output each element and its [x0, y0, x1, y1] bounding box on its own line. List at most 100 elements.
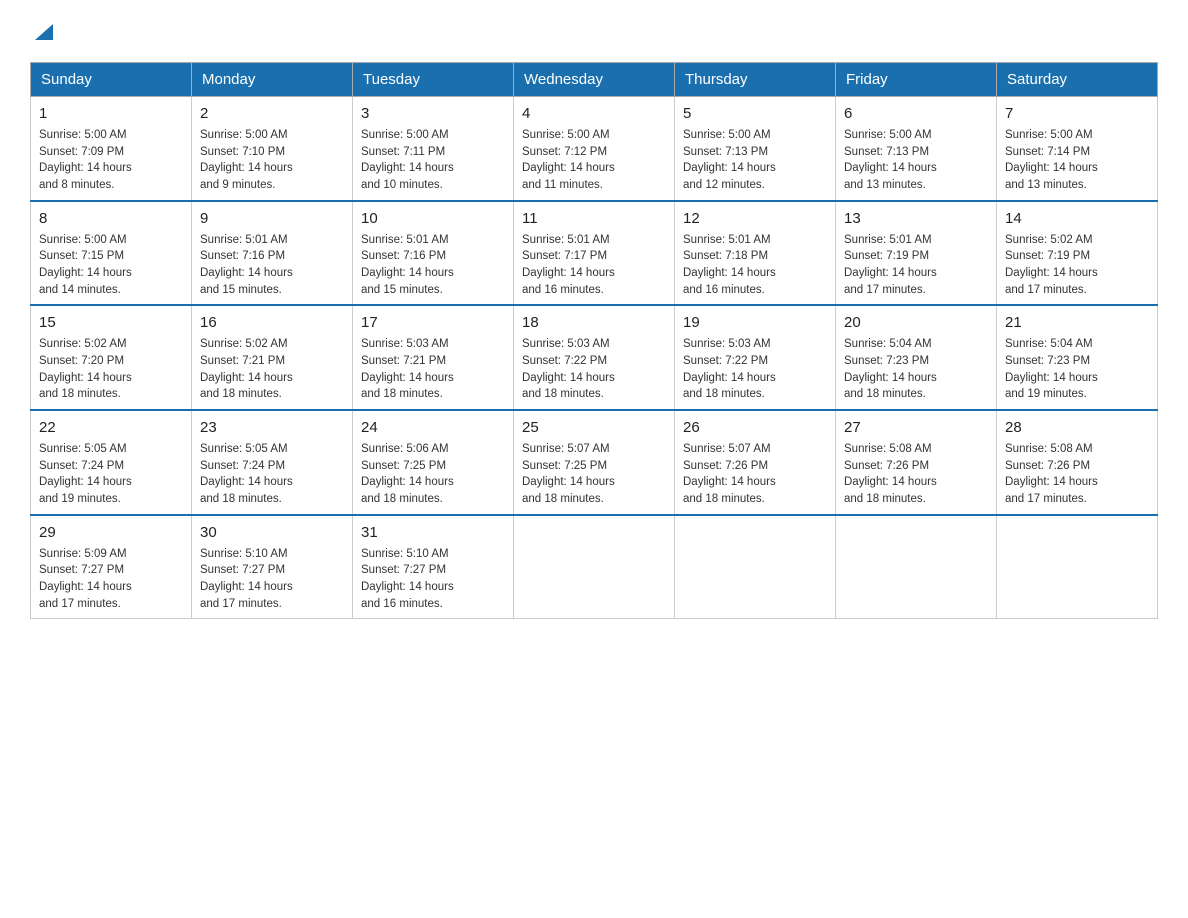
day-number: 10 — [361, 208, 505, 229]
day-info: Sunrise: 5:04 AMSunset: 7:23 PMDaylight:… — [844, 336, 988, 403]
day-info: Sunrise: 5:02 AMSunset: 7:20 PMDaylight:… — [39, 336, 183, 403]
day-info: Sunrise: 5:10 AMSunset: 7:27 PMDaylight:… — [200, 546, 344, 613]
day-info: Sunrise: 5:02 AMSunset: 7:21 PMDaylight:… — [200, 336, 344, 403]
day-info: Sunrise: 5:00 AMSunset: 7:13 PMDaylight:… — [683, 127, 827, 194]
day-info: Sunrise: 5:01 AMSunset: 7:19 PMDaylight:… — [844, 232, 988, 299]
calendar-week-row: 29 Sunrise: 5:09 AMSunset: 7:27 PMDaylig… — [31, 515, 1158, 619]
day-number: 6 — [844, 103, 988, 124]
day-number: 28 — [1005, 417, 1149, 438]
day-info: Sunrise: 5:00 AMSunset: 7:09 PMDaylight:… — [39, 127, 183, 194]
weekday-header-monday: Monday — [192, 63, 353, 97]
calendar-cell: 21 Sunrise: 5:04 AMSunset: 7:23 PMDaylig… — [997, 305, 1158, 410]
day-info: Sunrise: 5:00 AMSunset: 7:13 PMDaylight:… — [844, 127, 988, 194]
day-info: Sunrise: 5:00 AMSunset: 7:11 PMDaylight:… — [361, 127, 505, 194]
day-number: 16 — [200, 312, 344, 333]
calendar-cell: 12 Sunrise: 5:01 AMSunset: 7:18 PMDaylig… — [675, 201, 836, 306]
day-info: Sunrise: 5:07 AMSunset: 7:26 PMDaylight:… — [683, 441, 827, 508]
day-info: Sunrise: 5:00 AMSunset: 7:14 PMDaylight:… — [1005, 127, 1149, 194]
calendar-cell — [675, 515, 836, 619]
weekday-header-tuesday: Tuesday — [353, 63, 514, 97]
calendar-cell: 28 Sunrise: 5:08 AMSunset: 7:26 PMDaylig… — [997, 410, 1158, 515]
day-number: 22 — [39, 417, 183, 438]
day-number: 30 — [200, 522, 344, 543]
day-number: 9 — [200, 208, 344, 229]
day-number: 4 — [522, 103, 666, 124]
calendar-cell: 22 Sunrise: 5:05 AMSunset: 7:24 PMDaylig… — [31, 410, 192, 515]
calendar-cell: 16 Sunrise: 5:02 AMSunset: 7:21 PMDaylig… — [192, 305, 353, 410]
calendar-cell: 10 Sunrise: 5:01 AMSunset: 7:16 PMDaylig… — [353, 201, 514, 306]
calendar-cell: 15 Sunrise: 5:02 AMSunset: 7:20 PMDaylig… — [31, 305, 192, 410]
day-number: 3 — [361, 103, 505, 124]
calendar-cell — [997, 515, 1158, 619]
calendar-cell: 18 Sunrise: 5:03 AMSunset: 7:22 PMDaylig… — [514, 305, 675, 410]
calendar-week-row: 22 Sunrise: 5:05 AMSunset: 7:24 PMDaylig… — [31, 410, 1158, 515]
calendar-cell: 17 Sunrise: 5:03 AMSunset: 7:21 PMDaylig… — [353, 305, 514, 410]
calendar-cell: 2 Sunrise: 5:00 AMSunset: 7:10 PMDayligh… — [192, 97, 353, 201]
day-number: 2 — [200, 103, 344, 124]
logo — [30, 20, 55, 42]
calendar-cell: 8 Sunrise: 5:00 AMSunset: 7:15 PMDayligh… — [31, 201, 192, 306]
day-info: Sunrise: 5:00 AMSunset: 7:10 PMDaylight:… — [200, 127, 344, 194]
day-number: 1 — [39, 103, 183, 124]
day-info: Sunrise: 5:01 AMSunset: 7:16 PMDaylight:… — [200, 232, 344, 299]
day-number: 5 — [683, 103, 827, 124]
day-number: 11 — [522, 208, 666, 229]
day-number: 15 — [39, 312, 183, 333]
day-number: 12 — [683, 208, 827, 229]
calendar-cell: 14 Sunrise: 5:02 AMSunset: 7:19 PMDaylig… — [997, 201, 1158, 306]
weekday-header-friday: Friday — [836, 63, 997, 97]
calendar-cell — [836, 515, 997, 619]
logo-triangle-icon — [33, 20, 55, 42]
calendar-cell: 5 Sunrise: 5:00 AMSunset: 7:13 PMDayligh… — [675, 97, 836, 201]
day-number: 14 — [1005, 208, 1149, 229]
day-number: 18 — [522, 312, 666, 333]
day-number: 31 — [361, 522, 505, 543]
day-number: 19 — [683, 312, 827, 333]
weekday-header-wednesday: Wednesday — [514, 63, 675, 97]
day-number: 29 — [39, 522, 183, 543]
day-number: 13 — [844, 208, 988, 229]
day-info: Sunrise: 5:03 AMSunset: 7:22 PMDaylight:… — [683, 336, 827, 403]
calendar-cell: 3 Sunrise: 5:00 AMSunset: 7:11 PMDayligh… — [353, 97, 514, 201]
day-number: 23 — [200, 417, 344, 438]
calendar-cell: 11 Sunrise: 5:01 AMSunset: 7:17 PMDaylig… — [514, 201, 675, 306]
calendar-cell: 7 Sunrise: 5:00 AMSunset: 7:14 PMDayligh… — [997, 97, 1158, 201]
day-number: 26 — [683, 417, 827, 438]
calendar-cell: 31 Sunrise: 5:10 AMSunset: 7:27 PMDaylig… — [353, 515, 514, 619]
calendar-cell: 29 Sunrise: 5:09 AMSunset: 7:27 PMDaylig… — [31, 515, 192, 619]
weekday-header-row: SundayMondayTuesdayWednesdayThursdayFrid… — [31, 63, 1158, 97]
calendar-cell: 9 Sunrise: 5:01 AMSunset: 7:16 PMDayligh… — [192, 201, 353, 306]
day-number: 8 — [39, 208, 183, 229]
calendar-week-row: 8 Sunrise: 5:00 AMSunset: 7:15 PMDayligh… — [31, 201, 1158, 306]
day-info: Sunrise: 5:08 AMSunset: 7:26 PMDaylight:… — [1005, 441, 1149, 508]
calendar-cell: 26 Sunrise: 5:07 AMSunset: 7:26 PMDaylig… — [675, 410, 836, 515]
calendar-table: SundayMondayTuesdayWednesdayThursdayFrid… — [30, 62, 1158, 619]
day-number: 24 — [361, 417, 505, 438]
calendar-cell: 1 Sunrise: 5:00 AMSunset: 7:09 PMDayligh… — [31, 97, 192, 201]
day-info: Sunrise: 5:04 AMSunset: 7:23 PMDaylight:… — [1005, 336, 1149, 403]
day-info: Sunrise: 5:01 AMSunset: 7:17 PMDaylight:… — [522, 232, 666, 299]
day-info: Sunrise: 5:06 AMSunset: 7:25 PMDaylight:… — [361, 441, 505, 508]
weekday-header-sunday: Sunday — [31, 63, 192, 97]
day-info: Sunrise: 5:09 AMSunset: 7:27 PMDaylight:… — [39, 546, 183, 613]
day-number: 20 — [844, 312, 988, 333]
day-info: Sunrise: 5:01 AMSunset: 7:16 PMDaylight:… — [361, 232, 505, 299]
day-info: Sunrise: 5:05 AMSunset: 7:24 PMDaylight:… — [39, 441, 183, 508]
day-info: Sunrise: 5:08 AMSunset: 7:26 PMDaylight:… — [844, 441, 988, 508]
weekday-header-saturday: Saturday — [997, 63, 1158, 97]
day-info: Sunrise: 5:03 AMSunset: 7:21 PMDaylight:… — [361, 336, 505, 403]
day-number: 7 — [1005, 103, 1149, 124]
calendar-cell: 19 Sunrise: 5:03 AMSunset: 7:22 PMDaylig… — [675, 305, 836, 410]
day-info: Sunrise: 5:00 AMSunset: 7:15 PMDaylight:… — [39, 232, 183, 299]
calendar-cell: 13 Sunrise: 5:01 AMSunset: 7:19 PMDaylig… — [836, 201, 997, 306]
day-info: Sunrise: 5:02 AMSunset: 7:19 PMDaylight:… — [1005, 232, 1149, 299]
day-info: Sunrise: 5:03 AMSunset: 7:22 PMDaylight:… — [522, 336, 666, 403]
day-info: Sunrise: 5:07 AMSunset: 7:25 PMDaylight:… — [522, 441, 666, 508]
day-info: Sunrise: 5:10 AMSunset: 7:27 PMDaylight:… — [361, 546, 505, 613]
calendar-cell: 30 Sunrise: 5:10 AMSunset: 7:27 PMDaylig… — [192, 515, 353, 619]
calendar-cell: 25 Sunrise: 5:07 AMSunset: 7:25 PMDaylig… — [514, 410, 675, 515]
calendar-week-row: 15 Sunrise: 5:02 AMSunset: 7:20 PMDaylig… — [31, 305, 1158, 410]
calendar-week-row: 1 Sunrise: 5:00 AMSunset: 7:09 PMDayligh… — [31, 97, 1158, 201]
day-number: 21 — [1005, 312, 1149, 333]
day-info: Sunrise: 5:00 AMSunset: 7:12 PMDaylight:… — [522, 127, 666, 194]
